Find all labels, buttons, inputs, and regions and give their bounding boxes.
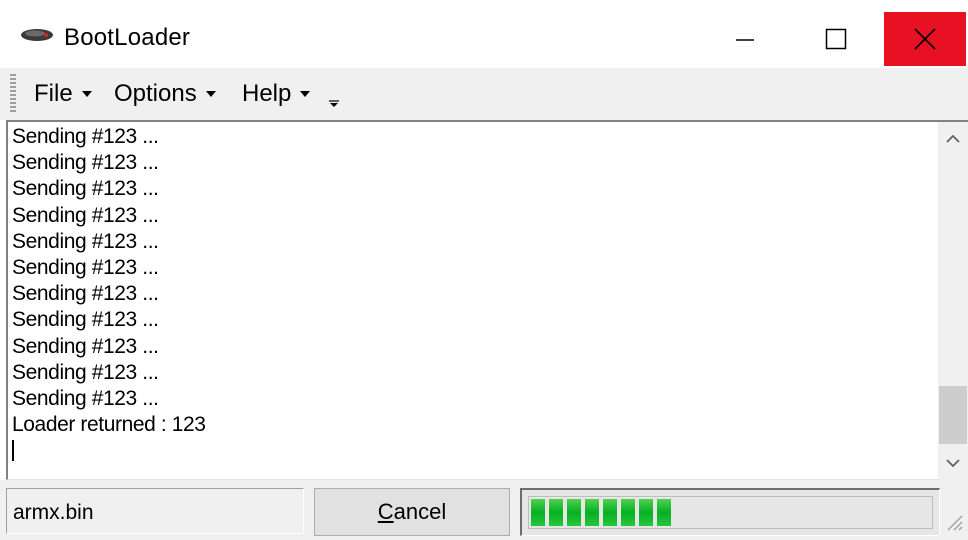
log-line: Sending #123 ... <box>12 255 159 279</box>
progress-segment <box>567 499 581 526</box>
status-bar: armx.bin Cancel <box>0 480 968 540</box>
close-icon <box>914 28 936 50</box>
progress-segment <box>549 499 563 526</box>
dropdown-arrow-icon <box>205 91 216 97</box>
minimize-icon <box>736 39 754 41</box>
log-line: Sending #123 ... <box>12 308 159 332</box>
menu-bar: File Options Help <box>0 68 968 120</box>
scroll-up-button[interactable] <box>938 122 968 156</box>
log-line: Sending #123 ... <box>12 282 159 306</box>
toolbar-grip[interactable] <box>10 74 16 114</box>
menu-file-label: File <box>34 80 73 107</box>
log-line: Sending #123 ... <box>12 203 159 227</box>
chevron-up-icon <box>946 134 960 143</box>
text-caret <box>12 440 14 461</box>
log-line: Sending #123 ... <box>12 177 159 201</box>
log-line: Sending #123 ... <box>12 125 159 148</box>
minimize-button[interactable] <box>704 12 786 66</box>
cancel-accel-key: C <box>377 499 394 524</box>
scroll-thumb[interactable] <box>939 386 967 444</box>
progress-track <box>528 496 933 529</box>
menu-options-label: Options <box>114 80 197 107</box>
cancel-button[interactable]: Cancel <box>314 488 510 536</box>
log-line: Sending #123 ... <box>12 386 159 410</box>
menu-help-label: Help <box>242 80 292 107</box>
log-line: Sending #123 ... <box>12 334 159 358</box>
log-line: Sending #123 ... <box>12 229 159 253</box>
menu-help[interactable]: Help <box>242 80 311 108</box>
progress-segment <box>585 499 599 526</box>
menu-options[interactable]: Options <box>114 80 216 108</box>
progress-segment <box>621 499 635 526</box>
window-title: BootLoader <box>64 24 191 51</box>
maximize-button[interactable] <box>795 12 877 66</box>
vertical-scrollbar[interactable] <box>938 122 968 480</box>
log-line: Sending #123 ... <box>12 360 159 384</box>
scroll-down-button[interactable] <box>938 446 968 480</box>
log-text: Sending #123 ... Sending #123 ... Sendin… <box>12 124 932 476</box>
chevron-down-icon[interactable] <box>329 100 339 108</box>
device-icon <box>21 29 53 41</box>
status-filename-panel: armx.bin <box>6 488 304 534</box>
menu-file[interactable]: File <box>34 80 92 108</box>
resize-grip-icon[interactable] <box>944 508 964 532</box>
log-line: Sending #123 ... <box>12 151 159 175</box>
progress-segment <box>657 499 671 526</box>
chevron-down-icon <box>946 459 960 468</box>
dropdown-arrow-icon <box>81 91 92 97</box>
progress-fill <box>531 499 671 526</box>
maximize-icon <box>825 28 847 50</box>
progress-segment <box>603 499 617 526</box>
cancel-label: ancel <box>393 499 447 524</box>
progress-bar <box>520 488 940 536</box>
progress-segment <box>639 499 653 526</box>
close-button[interactable] <box>884 12 966 66</box>
dropdown-arrow-icon <box>300 91 311 97</box>
progress-segment <box>531 499 545 526</box>
title-bar[interactable]: BootLoader <box>0 0 968 66</box>
status-filename: armx.bin <box>13 501 94 524</box>
log-line: Loader returned : 123 <box>12 413 206 437</box>
